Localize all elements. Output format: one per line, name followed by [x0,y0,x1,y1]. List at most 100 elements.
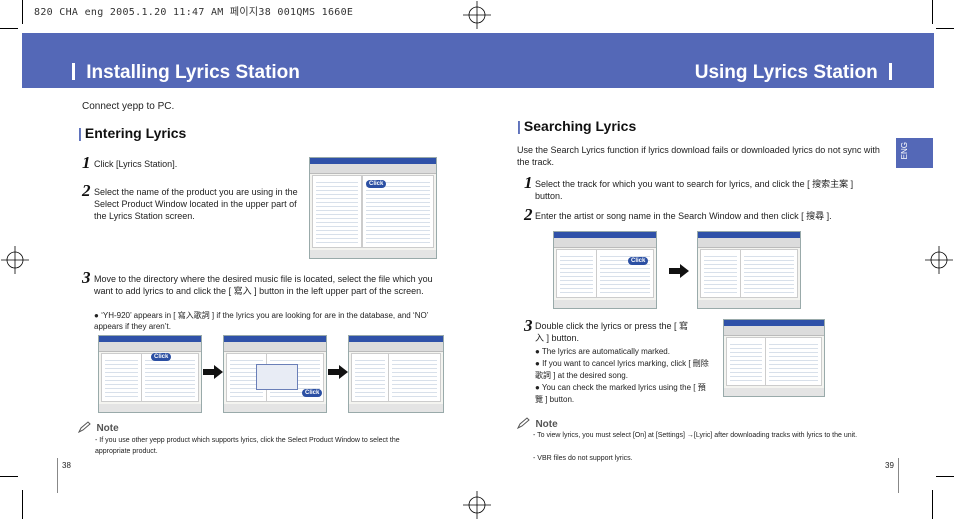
window-toolbar [310,164,436,174]
bullet-item: ● If you want to cancel lyrics marking, … [535,358,710,382]
bullet-text: ‘YH-920’ appears in [ 寫入歌詞 ] if the lyri… [94,311,429,331]
bullet-text: The lyrics are automatically marked. [541,347,670,356]
step-text: Move to the directory where the desired … [94,274,433,296]
window-toolbar [99,342,201,352]
window-statusbar [724,388,824,396]
folder-tree [351,353,389,402]
left-section-title: | Entering Lyrics [78,125,187,141]
lyrics-station-screenshot: Click [223,335,327,413]
lyrics-station-screenshot [723,319,825,397]
left-section-title-text: Entering Lyrics [84,125,187,141]
step-text: Select the name of the product you are u… [94,187,298,221]
file-list [140,353,199,402]
bullet-icon: ● [535,383,540,392]
click-badge: Click [302,389,323,397]
step-number: 2 [82,181,91,200]
page-number-right: 39 [885,461,894,470]
pencil-icon [77,421,91,434]
window-toolbar [724,326,824,336]
folder-tree [726,337,766,386]
registration-mark-icon [925,246,953,274]
right-page-title: Using Lyrics Station [695,62,892,84]
lyrics-station-screenshot: Click [309,157,437,259]
lyrics-station-screenshot: Click [553,231,657,309]
right-intro: Use the Search Lyrics function if lyrics… [517,145,880,167]
right-section-title-text: Searching Lyrics [523,118,637,134]
page-rule [57,458,58,493]
note-label: Note [96,423,119,434]
window-toolbar [698,238,800,248]
crop-mark [0,476,18,477]
folder-tree [556,249,597,298]
click-badge: Click [628,257,649,265]
bullet-text: If you want to cancel lyrics marking, cl… [535,359,709,380]
arrow-right-icon [669,264,689,278]
folder-tree [312,175,362,248]
right-section-title: | Searching Lyrics [517,118,637,134]
language-tab: ENG [896,138,933,168]
crop-mark [936,28,954,29]
left-page-title-text: Installing Lyrics Station [86,62,300,83]
title-bar-accent [889,63,892,80]
window-statusbar [698,300,800,308]
lyrics-station-screenshot [348,335,444,413]
crop-mark [936,476,954,477]
note-text: - To view lyrics, you must select [On] a… [533,432,858,439]
window-toolbar [224,342,326,352]
window-statusbar [224,404,326,412]
left-intro: Connect yepp to PC. [82,101,175,112]
arrow-right-icon [203,365,223,379]
title-bar-accent [72,63,75,80]
step-text: Click [Lyrics Station]. [94,159,178,169]
note-text: - If you use other yepp product which su… [95,437,400,455]
registration-mark-icon [463,491,491,519]
step-number: 3 [524,316,533,335]
bullet-icon: ● [535,359,540,368]
file-list [765,337,822,386]
registration-mark-icon [463,1,491,29]
bullet-icon: ● [94,311,99,320]
folder-tree [101,353,142,402]
left-page-title: Installing Lyrics Station [72,62,300,84]
step-number: 2 [524,205,533,224]
step-number: 3 [82,268,91,287]
step-number: 1 [524,173,533,192]
page-rule [898,458,899,493]
crop-mark [0,28,18,29]
print-slug: 820 CHA eng 2005.1.20 11:47 AM 페이지38 001… [34,7,354,18]
pencil-icon [516,417,530,430]
page-number-left: 38 [62,461,71,470]
click-badge: Click [366,180,387,188]
step-number: 1 [82,153,91,172]
folder-tree [700,249,741,298]
window-toolbar [349,342,443,352]
note-block: Note [77,418,119,436]
bullet-item: ● You can check the marked lyrics using … [535,382,710,406]
window-statusbar [99,404,201,412]
registration-mark-icon [1,246,29,274]
window-toolbar [554,238,656,248]
crop-mark [22,0,23,24]
crop-mark [932,0,933,24]
window-statusbar [554,300,656,308]
lyrics-station-screenshot [697,231,801,309]
crop-mark [22,490,23,519]
bullet-item: ● ‘YH-920’ appears in [ 寫入歌詞 ] if the ly… [94,310,444,332]
language-tab-label: ENG [900,142,909,160]
arrow-right-icon [328,365,348,379]
file-list [387,353,441,402]
bullet-icon: ● [535,347,540,356]
click-badge: Click [151,353,172,361]
step-text: Double click the lyrics or press the [ 寫… [535,321,689,343]
window-statusbar [349,404,443,412]
step-text: Select the track for which you want to s… [535,179,854,201]
bullet-item: ● The lyrics are automatically marked. [535,346,710,358]
right-page-title-text: Using Lyrics Station [694,62,878,83]
step-text: Enter the artist or song name in the Sea… [535,211,832,221]
crop-mark [932,490,933,519]
popup-dialog [256,364,298,390]
window-statusbar [310,250,436,258]
file-list [739,249,798,298]
bullet-text: You can check the marked lyrics using th… [535,383,706,404]
lyrics-station-screenshot: Click [98,335,202,413]
